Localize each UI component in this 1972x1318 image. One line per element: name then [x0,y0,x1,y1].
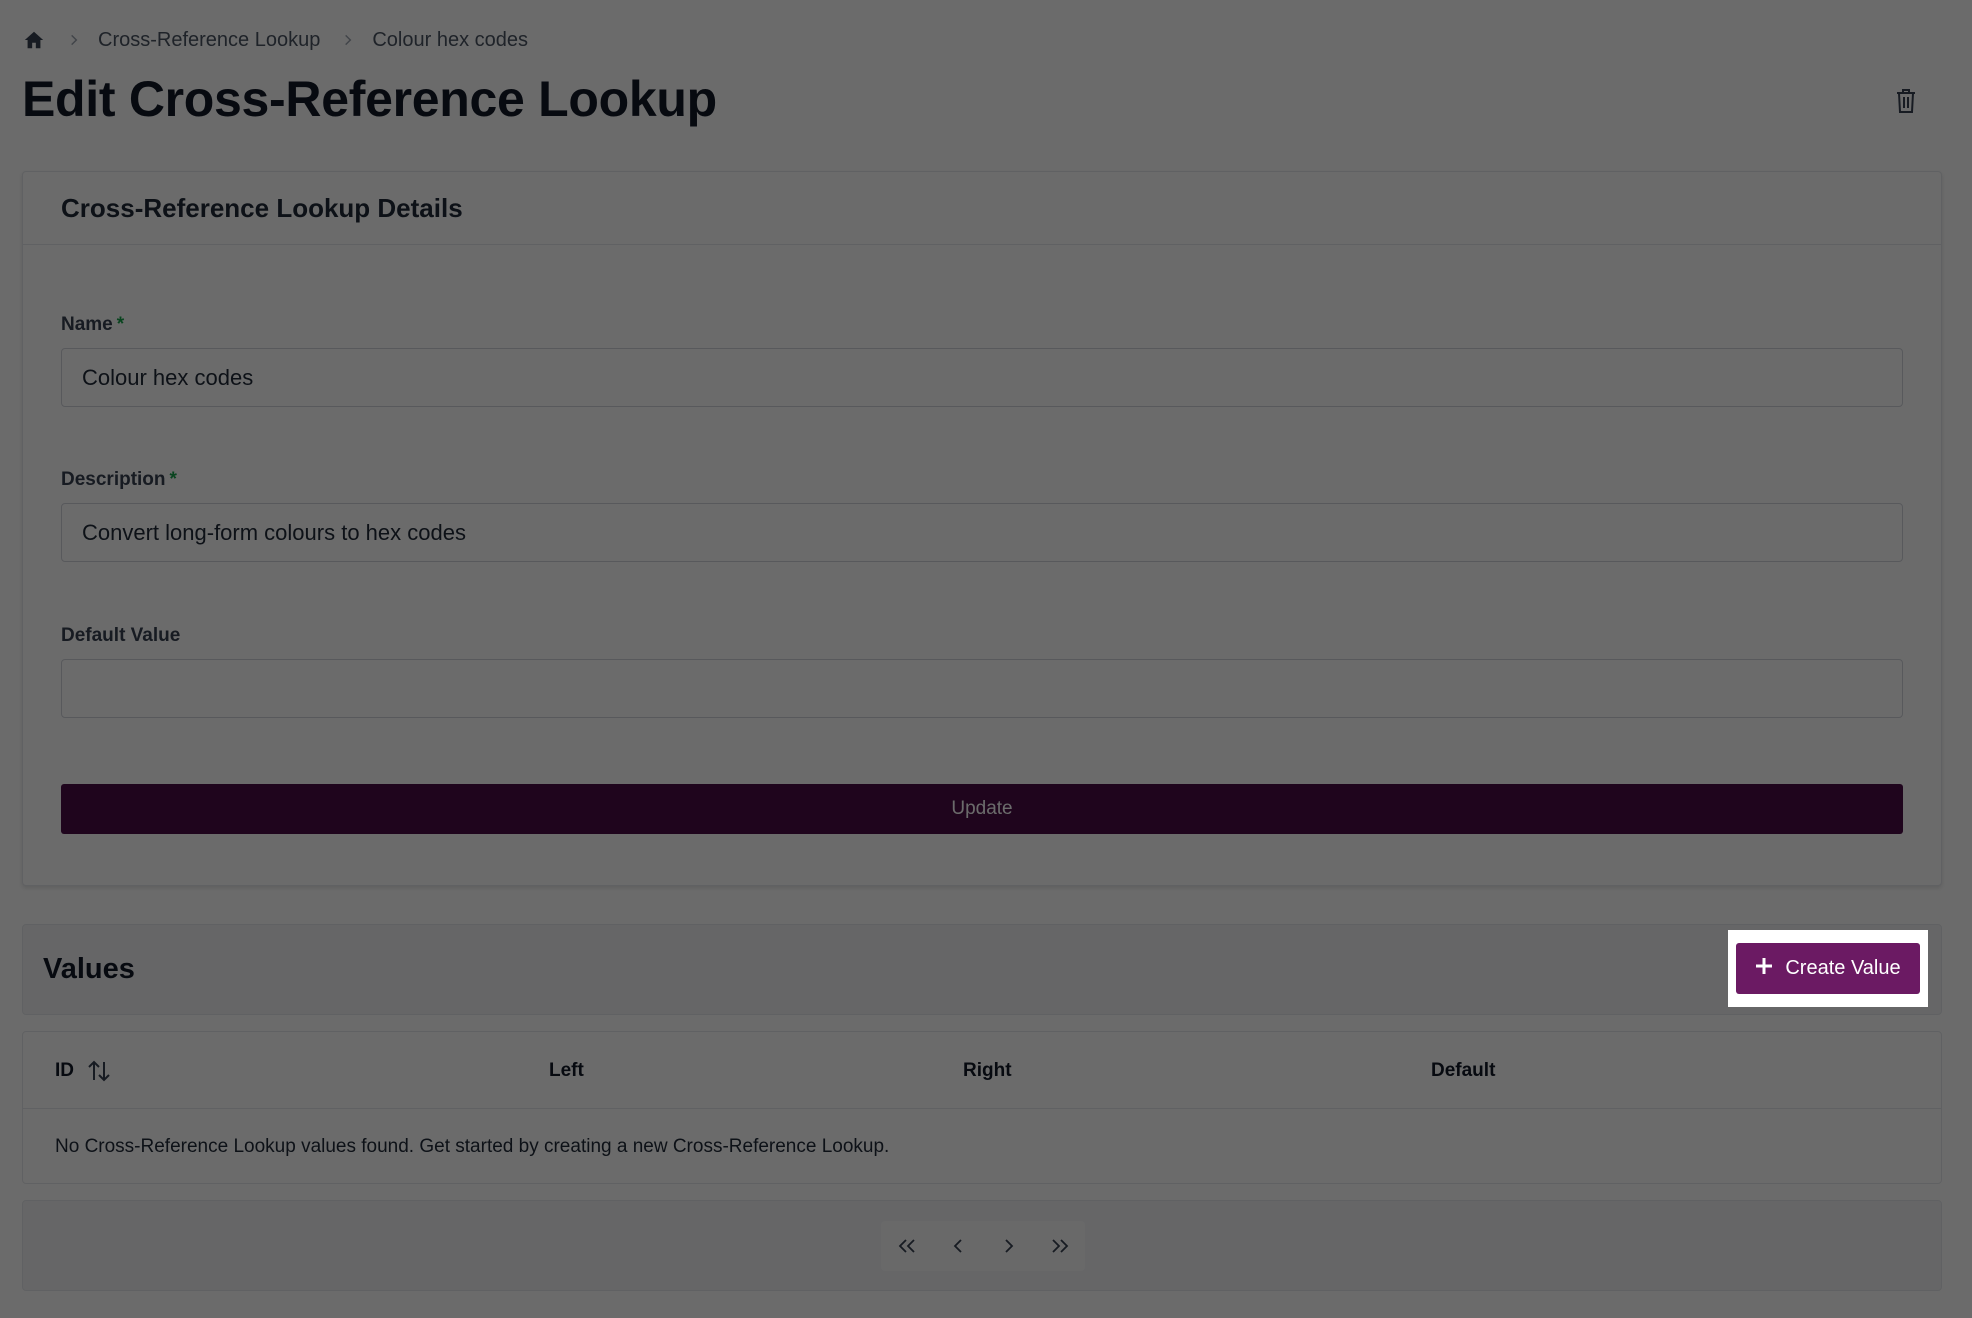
prev-page-icon[interactable] [938,1226,978,1266]
column-header-left: Left [549,1059,584,1081]
trash-icon[interactable] [1892,86,1920,116]
column-header-right: Right [963,1059,1012,1081]
create-value-label: Create Value [1785,957,1901,979]
table-header: ID Left Right Default [23,1032,1941,1109]
name-field[interactable] [61,348,1903,407]
name-label: Name * [61,314,125,335]
details-card: Cross-Reference Lookup Details Name* Des… [22,171,1942,886]
sort-icon[interactable] [86,1057,114,1085]
default-value-label: Default Value [61,625,181,646]
pagination [881,1221,1085,1271]
details-card-header: Cross-Reference Lookup Details [23,172,1941,245]
page: Cross-Reference Lookup Colour hex codes … [0,0,1972,1318]
description-label: Description * [61,469,177,490]
next-page-icon[interactable] [989,1226,1029,1266]
home-icon[interactable] [22,28,46,52]
plus-icon [1755,957,1773,981]
empty-state-message: No Cross-Reference Lookup values found. … [55,1135,890,1157]
values-title: Values [43,953,135,985]
update-button[interactable]: Update [61,784,1903,834]
create-value-highlight: Create Value [1728,930,1928,1007]
default-value-field[interactable] [61,659,1903,718]
pagination-bar [22,1200,1942,1291]
required-mark: * [169,469,177,490]
details-card-title: Cross-Reference Lookup Details [61,192,463,223]
last-page-icon[interactable] [1040,1226,1080,1266]
values-table: ID Left Right Default No Cross-Reference… [22,1031,1942,1184]
breadcrumb-item-current[interactable]: Colour hex codes [372,29,528,52]
page-title: Edit Cross-Reference Lookup [22,71,717,127]
required-mark: * [116,314,125,335]
chevron-right-icon [338,30,358,50]
chevron-right-icon [64,30,84,50]
description-field[interactable] [61,503,1903,562]
first-page-icon[interactable] [887,1226,927,1266]
column-header-id[interactable]: ID [55,1032,114,1109]
column-header-default: Default [1431,1059,1496,1081]
breadcrumb: Cross-Reference Lookup Colour hex codes [22,26,528,54]
create-value-button[interactable]: Create Value [1736,943,1920,994]
breadcrumb-item-lookup[interactable]: Cross-Reference Lookup [98,29,320,52]
values-header: Values [22,924,1942,1015]
